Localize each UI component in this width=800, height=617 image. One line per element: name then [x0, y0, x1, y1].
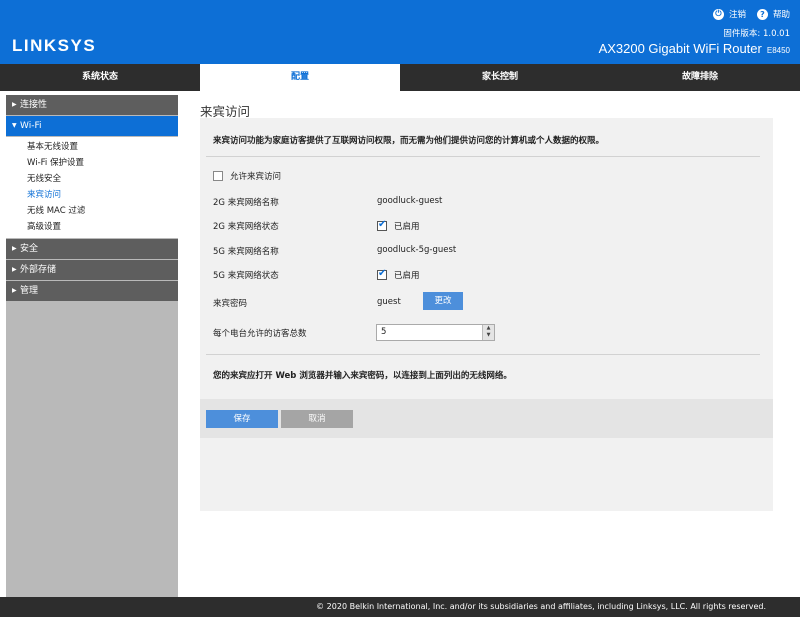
wifi-submenu: 基本无线设置 Wi-Fi 保护设置 无线安全 来宾访问 无线 MAC 过滤 高级… [6, 137, 178, 238]
allow-guest-label: 允许来宾访问 [230, 172, 282, 182]
sidebar-item-wps[interactable]: Wi-Fi 保护设置 [6, 155, 178, 171]
settings-area: 来宾访问功能为家庭访客提供了互联网访问权限，而无需为他们提供访问您的计算机或个人… [200, 118, 773, 399]
sidebar-item-wireless-security[interactable]: 无线安全 [6, 171, 178, 187]
change-password-button[interactable]: 更改 [423, 292, 463, 310]
help-link[interactable]: 帮助 [773, 8, 790, 20]
sidebar-section-administration[interactable]: ▶ 管理 [6, 281, 178, 301]
main-nav: 系统状态 配置 家长控制 故障排除 [0, 64, 800, 91]
sidebar-section-label: 安全 [20, 244, 39, 254]
sidebar: ▶ 连接性 ▼ Wi-Fi 基本无线设置 Wi-Fi 保护设置 无线安全 来宾访问 … [6, 95, 178, 597]
sidebar-section-label: 外部存储 [20, 265, 57, 275]
status-2g-value: 已启用 [394, 222, 420, 232]
status-5g-value: 已启用 [394, 271, 420, 281]
sidebar-item-basic-wireless[interactable]: 基本无线设置 [6, 139, 178, 155]
sidebar-item-advanced[interactable]: 高级设置 [6, 219, 178, 235]
ssid-2g-value: goodluck-guest [377, 196, 443, 206]
linksys-logo: LINKSYS [12, 36, 97, 55]
cancel-button[interactable]: 取消 [281, 410, 353, 428]
router-model-code: E8450 [766, 46, 790, 55]
password-label: 来宾密码 [213, 299, 248, 309]
router-model: AX3200 Gigabit WiFi Router E8450 [599, 41, 790, 56]
divider [206, 156, 760, 157]
status-5g-label: 5G 来宾网络状态 [213, 271, 279, 281]
tab-parental-control[interactable]: 家长控制 [400, 64, 600, 91]
ssid-5g-label: 5G 来宾网络名称 [213, 247, 279, 257]
top-links: ⏻ 注销 ? 帮助 [712, 8, 790, 20]
caret-right-icon: ▶ [12, 287, 17, 294]
intro-text: 来宾访问功能为家庭访客提供了互联网访问权限，而无需为他们提供访问您的计算机或个人… [213, 136, 605, 146]
sidebar-section-security[interactable]: ▶ 安全 [6, 239, 178, 259]
caret-down-icon: ▼ [12, 122, 17, 129]
sidebar-section-label: Wi-Fi [20, 121, 42, 131]
sidebar-section-label: 连接性 [20, 100, 48, 110]
tab-troubleshooting[interactable]: 故障排除 [600, 64, 800, 91]
password-value: guest [377, 297, 401, 307]
ssid-2g-label: 2G 来宾网络名称 [213, 198, 279, 208]
firmware-version: 固件版本: 1.0.01 [723, 29, 790, 39]
logout-link[interactable]: 注销 [729, 8, 746, 20]
allow-guest-checkbox[interactable] [213, 171, 223, 181]
allow-guest-row: 允许来宾访问 [213, 170, 281, 182]
max-guests-label: 每个电台允许的访客总数 [213, 329, 307, 339]
header: LINKSYS ⏻ 注销 ? 帮助 固件版本: 1.0.01 AX3200 Gi… [0, 0, 800, 64]
max-guests-stepper[interactable]: 5 ▲ ▼ [376, 324, 495, 341]
help-icon[interactable]: ? [756, 8, 768, 20]
sidebar-section-label: 管理 [20, 286, 39, 296]
status-5g-checkbox[interactable] [377, 268, 387, 280]
router-model-name: AX3200 Gigabit WiFi Router [598, 41, 762, 56]
sidebar-section-wifi[interactable]: ▼ Wi-Fi [6, 116, 178, 136]
caret-right-icon: ▶ [12, 245, 17, 252]
guest-access-panel: 来宾访问功能为家庭访客提供了互联网访问权限，而无需为他们提供访问您的计算机或个人… [200, 118, 773, 511]
status-2g-checkbox[interactable] [377, 219, 387, 231]
save-button[interactable]: 保存 [206, 410, 278, 428]
divider [206, 354, 760, 355]
max-guests-value: 5 [381, 327, 387, 337]
action-bar: 保存 取消 [200, 399, 773, 438]
status-2g-label: 2G 来宾网络状态 [213, 222, 279, 232]
tab-system-status[interactable]: 系统状态 [0, 64, 200, 91]
caret-right-icon: ▶ [12, 266, 17, 273]
spinner-arrows-icon[interactable]: ▲ ▼ [482, 325, 494, 340]
logout-icon[interactable]: ⏻ [712, 8, 724, 20]
ssid-5g-value: goodluck-5g-guest [377, 245, 457, 255]
sidebar-section-external-storage[interactable]: ▶ 外部存储 [6, 260, 178, 280]
sidebar-item-mac-filter[interactable]: 无线 MAC 过滤 [6, 203, 178, 219]
sidebar-section-connectivity[interactable]: ▶ 连接性 [6, 95, 178, 115]
tab-configuration[interactable]: 配置 [200, 64, 400, 91]
caret-right-icon: ▶ [12, 101, 17, 108]
status-2g-row: 已启用 [377, 219, 420, 232]
status-5g-row: 已启用 [377, 268, 420, 281]
footer-copyright: © 2020 Belkin International, Inc. and/or… [0, 597, 800, 617]
guest-note: 您的来宾应打开 Web 浏览器并输入来宾密码，以连接到上面列出的无线网络。 [213, 371, 512, 381]
sidebar-item-guest-access[interactable]: 来宾访问 [6, 187, 178, 203]
